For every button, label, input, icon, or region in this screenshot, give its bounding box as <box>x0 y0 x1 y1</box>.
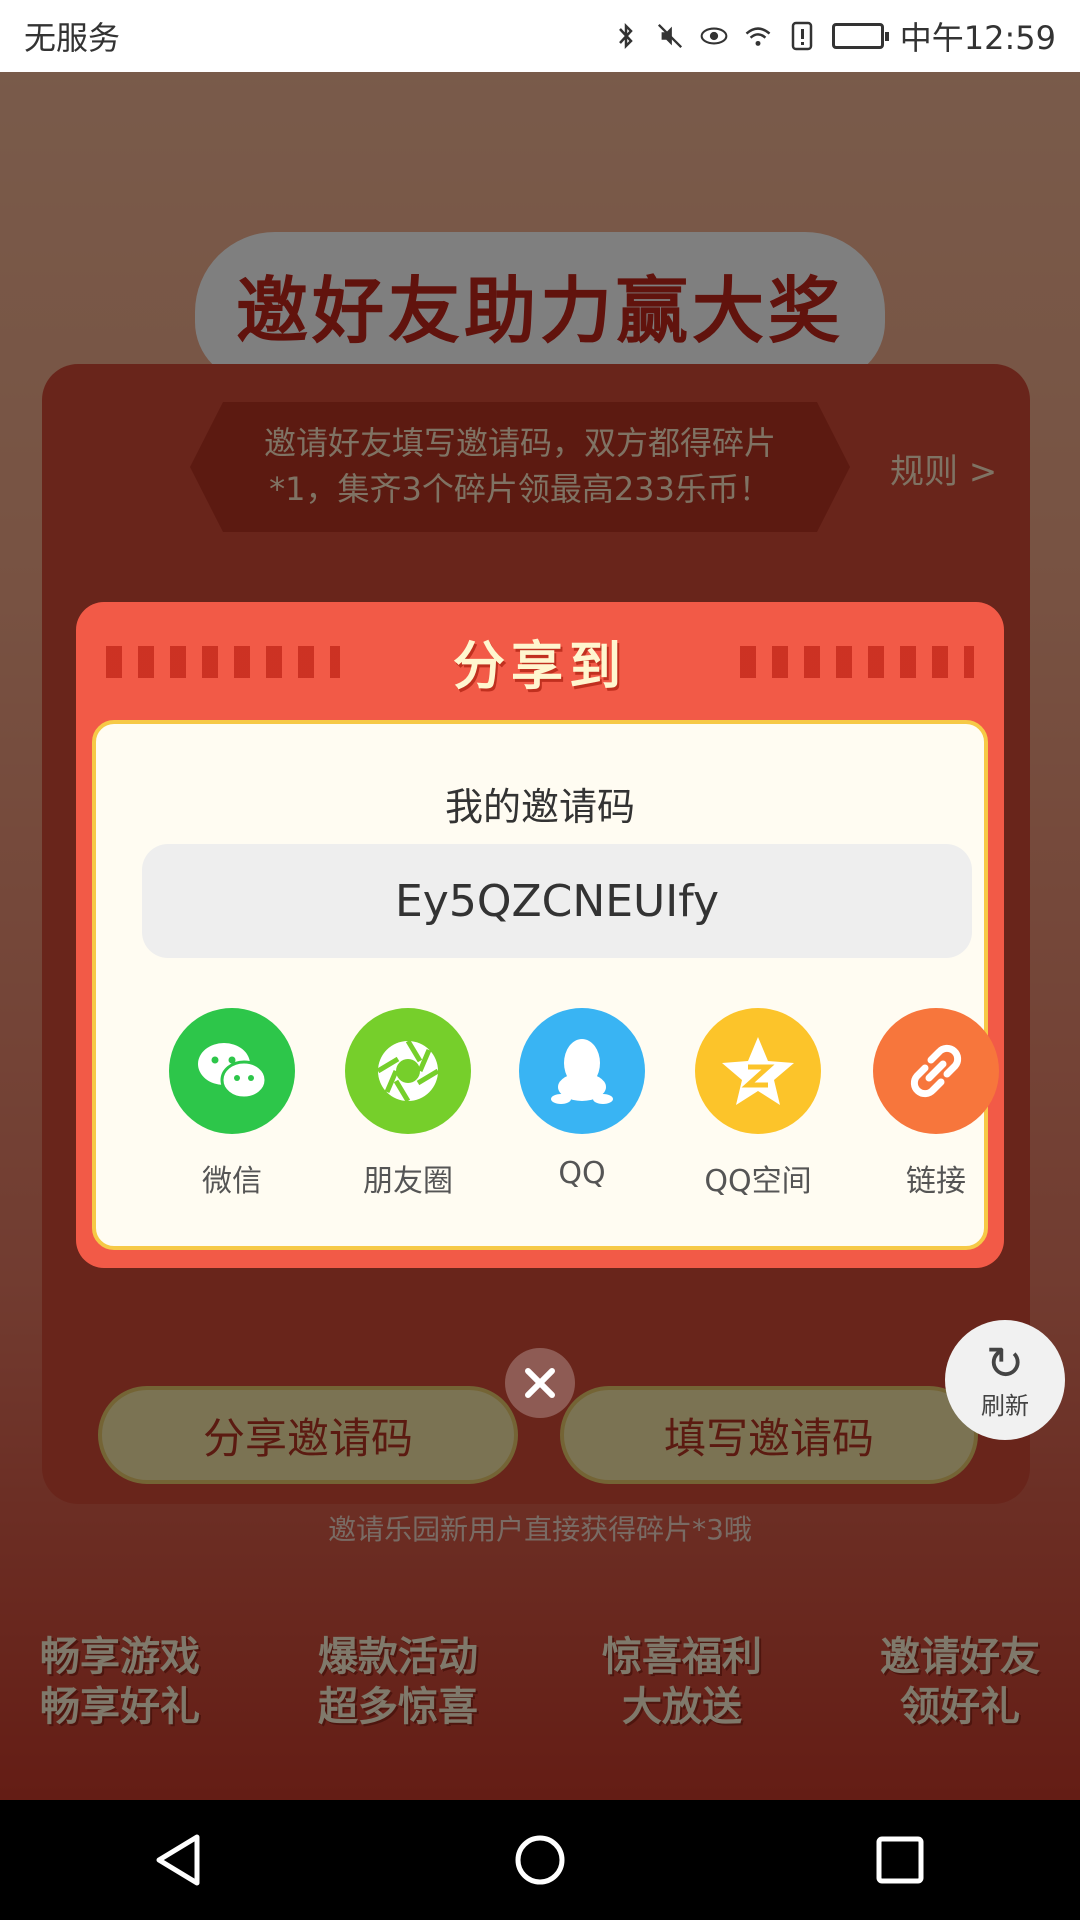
wifi-icon <box>745 27 771 46</box>
nav-back-button[interactable] <box>140 1820 220 1900</box>
battery-icon <box>831 23 889 49</box>
invite-code-label: 我的邀请码 <box>444 785 635 829</box>
share-qq[interactable]: QQ <box>492 1008 672 1191</box>
eye-icon <box>700 27 728 45</box>
bluetooth-icon <box>618 22 633 50</box>
status-icons: 中午12:59 <box>612 13 1056 59</box>
qzone-icon <box>695 1008 821 1134</box>
invite-code-box[interactable]: Ey5QZCNEUIfy <box>142 844 972 958</box>
clock-text: 中午12:59 <box>899 19 1056 57</box>
nav-recents-button[interactable] <box>860 1820 940 1900</box>
share-wechat[interactable]: 微信 <box>142 1008 322 1200</box>
back-triangle-icon <box>156 1834 200 1886</box>
share-label: 微信 <box>202 1164 262 1199</box>
close-button[interactable] <box>505 1348 575 1418</box>
modal-content: 我的邀请码 Ey5QZCNEUIfy 微信 朋友圈 QQ QQ空间 链接 <box>92 720 999 1250</box>
status-bar: 无服务 中午12:59 <box>0 0 1080 72</box>
sim-alert-icon <box>791 21 813 51</box>
share-qzone[interactable]: QQ空间 <box>668 1008 848 1200</box>
share-modal: 分享到 我的邀请码 Ey5QZCNEUIfy 微信 朋友圈 QQ QQ空间 链接 <box>76 602 1004 1268</box>
recents-square-icon <box>876 1836 924 1884</box>
modal-title: 分享到 <box>452 637 627 697</box>
nav-home-button[interactable] <box>500 1820 580 1900</box>
mute-icon <box>657 23 682 49</box>
link-icon <box>873 1008 999 1134</box>
wechat-icon <box>169 1008 295 1134</box>
refresh-icon: ↻ <box>985 1335 1025 1390</box>
share-moments[interactable]: 朋友圈 <box>318 1008 498 1200</box>
refresh-label: 刷新 <box>981 1391 1029 1420</box>
share-label: QQ空间 <box>704 1164 812 1199</box>
carrier-text: 无服务 <box>24 19 121 57</box>
close-icon <box>525 1368 555 1398</box>
share-label: QQ <box>558 1156 606 1191</box>
moments-icon <box>345 1008 471 1134</box>
share-link[interactable]: 链接 <box>846 1008 1026 1200</box>
home-circle-icon <box>515 1835 565 1885</box>
qq-icon <box>519 1008 645 1134</box>
share-label: 链接 <box>906 1164 966 1199</box>
refresh-button[interactable]: ↻ 刷新 <box>945 1320 1065 1440</box>
system-nav-bar <box>0 1800 1080 1920</box>
share-label: 朋友圈 <box>363 1164 453 1199</box>
